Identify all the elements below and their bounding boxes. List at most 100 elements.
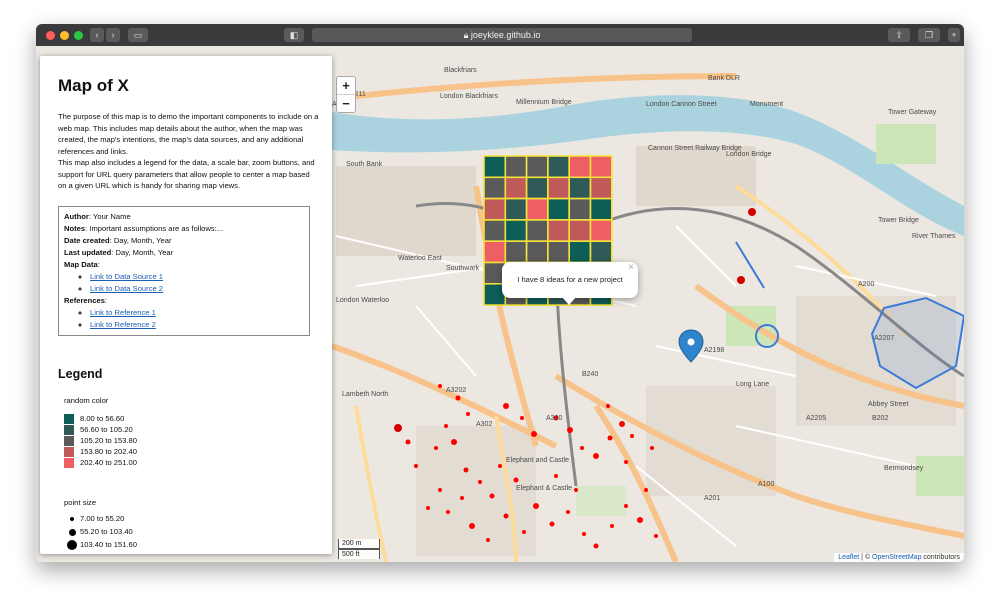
grid-cell[interactable] bbox=[589, 176, 613, 200]
sidebar-toggle-icon[interactable]: ▭ bbox=[128, 28, 148, 42]
data-point[interactable] bbox=[630, 434, 634, 438]
minimize-window-button[interactable] bbox=[60, 31, 69, 40]
grid-cell[interactable] bbox=[547, 219, 570, 242]
data-point[interactable] bbox=[489, 493, 495, 499]
new-tab-icon[interactable]: + bbox=[948, 28, 960, 42]
data-point[interactable] bbox=[486, 538, 490, 542]
description-paragraph: This map also includes a legend for the … bbox=[58, 158, 315, 190]
data-point[interactable] bbox=[624, 504, 628, 508]
grid-cell[interactable] bbox=[483, 240, 507, 264]
grid-cell[interactable] bbox=[589, 240, 613, 264]
grid-cell[interactable] bbox=[568, 197, 592, 221]
data-point[interactable] bbox=[654, 534, 658, 538]
data-point[interactable] bbox=[606, 404, 610, 408]
grid-cell[interactable] bbox=[504, 219, 528, 242]
zoom-out-button[interactable]: − bbox=[337, 95, 355, 112]
data-point[interactable] bbox=[522, 530, 526, 534]
data-point[interactable] bbox=[513, 477, 519, 483]
data-point[interactable] bbox=[593, 543, 599, 549]
grid-cell[interactable] bbox=[525, 197, 549, 221]
close-window-button[interactable] bbox=[46, 31, 55, 40]
data-point[interactable] bbox=[549, 521, 555, 527]
grid-cell[interactable] bbox=[525, 219, 549, 242]
data-point[interactable] bbox=[460, 496, 464, 500]
zoom-window-button[interactable] bbox=[74, 31, 83, 40]
grid-cell[interactable] bbox=[504, 240, 528, 264]
data-point[interactable] bbox=[533, 503, 539, 509]
forward-arrow-icon[interactable]: › bbox=[106, 28, 120, 42]
grid-cell[interactable] bbox=[483, 197, 507, 221]
data-point[interactable] bbox=[520, 416, 524, 420]
data-point[interactable] bbox=[438, 488, 442, 492]
data-point[interactable] bbox=[610, 524, 614, 528]
grid-cell[interactable] bbox=[568, 219, 592, 242]
data-point[interactable] bbox=[567, 427, 573, 433]
data-point[interactable] bbox=[469, 523, 475, 529]
grid-cell[interactable] bbox=[483, 176, 507, 200]
reference-link-2[interactable]: Link to Reference 2 bbox=[90, 320, 156, 329]
grid-cell[interactable] bbox=[483, 219, 507, 242]
data-point[interactable] bbox=[451, 439, 457, 445]
data-point[interactable] bbox=[644, 488, 648, 492]
data-point[interactable] bbox=[455, 395, 461, 401]
data-point[interactable] bbox=[434, 446, 438, 450]
extension-icon[interactable]: ◧ bbox=[284, 28, 304, 42]
grid-cell[interactable] bbox=[504, 155, 528, 179]
data-point[interactable] bbox=[438, 384, 442, 388]
grid-cell[interactable] bbox=[483, 155, 507, 179]
grid-cell[interactable] bbox=[547, 240, 570, 264]
grid-cell[interactable] bbox=[547, 176, 570, 200]
grid-cell[interactable] bbox=[547, 197, 570, 221]
data-point[interactable] bbox=[414, 464, 418, 468]
map-label: A2198 bbox=[704, 347, 724, 354]
zoom-in-button[interactable]: + bbox=[337, 77, 355, 95]
grid-cell[interactable] bbox=[589, 197, 613, 221]
grid-cell[interactable] bbox=[525, 176, 549, 200]
data-point[interactable] bbox=[619, 421, 625, 427]
data-point[interactable] bbox=[498, 464, 502, 468]
data-point[interactable] bbox=[446, 510, 450, 514]
grid-cell[interactable] bbox=[568, 155, 592, 179]
updated-row: Last updated: Day, Month, Year bbox=[64, 247, 304, 259]
data-point[interactable] bbox=[582, 532, 586, 536]
data-point[interactable] bbox=[580, 446, 584, 450]
data-source-link-2[interactable]: Link to Data Source 2 bbox=[90, 284, 163, 293]
data-point[interactable] bbox=[463, 467, 469, 473]
data-point[interactable] bbox=[466, 412, 470, 416]
data-point[interactable] bbox=[574, 488, 578, 492]
osm-link[interactable]: OpenStreetMap bbox=[872, 554, 921, 561]
grid-cell[interactable] bbox=[547, 155, 570, 179]
data-point[interactable] bbox=[478, 480, 482, 484]
reference-link-1[interactable]: Link to Reference 1 bbox=[90, 308, 156, 317]
tabs-overview-icon[interactable]: ❐ bbox=[918, 28, 940, 42]
map-label: Bank DLR bbox=[708, 75, 740, 82]
grid-cell[interactable] bbox=[525, 155, 549, 179]
back-arrow-icon[interactable]: ‹ bbox=[90, 28, 104, 42]
grid-cell[interactable] bbox=[589, 219, 613, 242]
grid-cell[interactable] bbox=[589, 155, 613, 179]
data-point[interactable] bbox=[554, 474, 558, 478]
popup-close-icon[interactable]: × bbox=[628, 250, 634, 286]
grid-cell[interactable] bbox=[525, 240, 549, 264]
address-bar[interactable]: 🔒︎ joeyklee.github.io bbox=[312, 28, 692, 42]
data-point[interactable] bbox=[426, 506, 430, 510]
data-point[interactable] bbox=[531, 431, 537, 437]
data-point[interactable] bbox=[637, 517, 643, 523]
data-point[interactable] bbox=[503, 403, 509, 409]
data-point[interactable] bbox=[607, 435, 613, 441]
grid-cell[interactable] bbox=[504, 197, 528, 221]
map-label: Tower Gateway bbox=[888, 109, 937, 116]
data-point[interactable] bbox=[444, 424, 448, 428]
grid-cell[interactable] bbox=[568, 176, 592, 200]
data-point[interactable] bbox=[503, 513, 509, 519]
data-point[interactable] bbox=[593, 453, 599, 459]
grid-cell[interactable] bbox=[504, 176, 528, 200]
data-source-link-1[interactable]: Link to Data Source 1 bbox=[90, 272, 163, 281]
data-point[interactable] bbox=[566, 510, 570, 514]
data-point[interactable] bbox=[405, 439, 411, 445]
grid-cell[interactable] bbox=[568, 240, 592, 264]
data-point[interactable] bbox=[650, 446, 654, 450]
leaflet-link[interactable]: Leaflet bbox=[838, 554, 859, 561]
data-point[interactable] bbox=[624, 460, 628, 464]
share-icon[interactable]: ⇧ bbox=[888, 28, 910, 42]
